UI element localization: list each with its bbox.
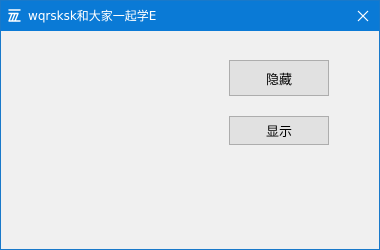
hide-button-label: 隐藏: [265, 72, 292, 88]
app-window: wqrsksk和大家一起学E 隐藏 显示: [0, 0, 380, 250]
show-button[interactable]: 显示: [229, 116, 329, 145]
close-button[interactable]: [347, 1, 379, 31]
e-language-icon: [6, 7, 23, 24]
close-icon: [357, 7, 369, 26]
hide-button[interactable]: 隐藏: [229, 60, 329, 96]
show-button-label: 显示: [265, 125, 292, 140]
client-area: 隐藏 显示: [1, 31, 379, 249]
title-bar[interactable]: wqrsksk和大家一起学E: [1, 1, 379, 31]
window-title: wqrsksk和大家一起学E: [28, 9, 157, 23]
